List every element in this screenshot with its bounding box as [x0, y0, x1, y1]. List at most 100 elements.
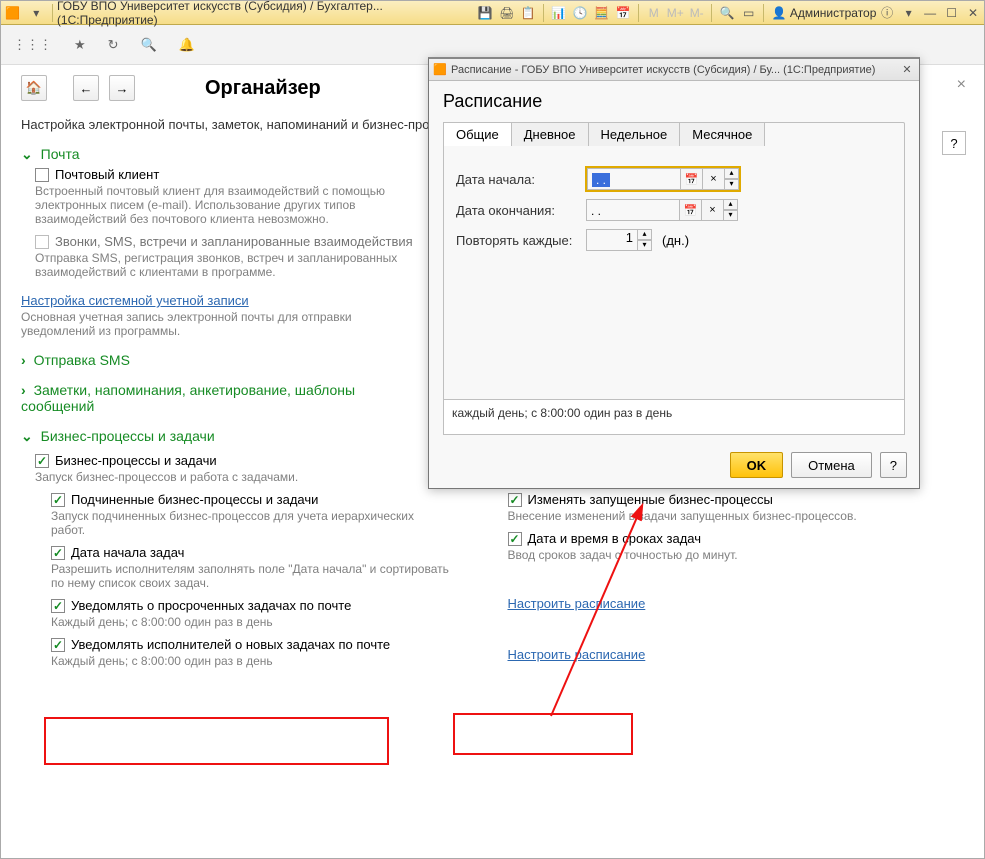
- user-icon[interactable]: 👤: [770, 4, 787, 22]
- dialog-help-button[interactable]: ?: [880, 452, 907, 478]
- dialog-titlebar: 🟧 Расписание - ГОБУ ВПО Университет иску…: [429, 59, 919, 81]
- repeat-input-wrap: 1 ▴▾: [586, 229, 652, 251]
- copy-icon[interactable]: 📋: [520, 4, 537, 22]
- page-icon[interactable]: ▭: [740, 4, 757, 22]
- label-start-date: Дата начала задач: [71, 545, 184, 560]
- repeat-input[interactable]: 1: [586, 229, 638, 251]
- desc-mail-client: Встроенный почтовый клиент для взаимодей…: [35, 184, 435, 226]
- calendar-picker-icon[interactable]: 📅: [681, 168, 703, 190]
- end-date-input-wrap: . . 📅 × ▴▾: [586, 199, 738, 221]
- checkbox-bp-enable[interactable]: [35, 454, 49, 468]
- dialog-close-icon[interactable]: ✕: [899, 62, 915, 78]
- link-configure-schedule-2[interactable]: Настроить расписание: [508, 647, 646, 662]
- history-icon[interactable]: ↻: [108, 37, 119, 53]
- dialog-title: Расписание: [443, 91, 905, 112]
- desc-datetime: Ввод сроков задач с точностью до минут.: [508, 548, 908, 562]
- calendar-picker-icon[interactable]: 📅: [680, 199, 702, 221]
- tab-common[interactable]: Общие: [443, 122, 512, 146]
- stats-icon[interactable]: 📊: [550, 4, 567, 22]
- titlebar: 🟧 ▾ ГОБУ ВПО Университет искусств (Субси…: [1, 1, 984, 25]
- ok-button[interactable]: OK: [730, 452, 784, 478]
- label-repeat: Повторять каждые:: [456, 233, 576, 248]
- close-icon[interactable]: ✕: [964, 4, 981, 22]
- home-button[interactable]: 🏠: [21, 75, 47, 101]
- label-mail-client: Почтовый клиент: [55, 167, 159, 182]
- info-icon[interactable]: ⓘ: [878, 4, 895, 22]
- clock-icon[interactable]: 🕓: [572, 4, 589, 22]
- clear-icon[interactable]: ×: [703, 168, 725, 190]
- label-bp-enable: Бизнес-процессы и задачи: [55, 453, 217, 468]
- schedule-summary: каждый день; с 8:00:00 один раз в день: [443, 399, 905, 435]
- desc-change-bp: Внесение изменений в задачи запущенных б…: [508, 509, 908, 523]
- label-notify-overdue: Уведомлять о просроченных задачах по поч…: [71, 598, 351, 613]
- save-disk-icon[interactable]: 💾: [477, 4, 494, 22]
- section-notes[interactable]: › Заметки, напоминания, анкетирование, ш…: [21, 382, 411, 414]
- spinner[interactable]: ▴▾: [724, 199, 738, 221]
- app-icon: 🟧: [4, 4, 21, 22]
- label-sub-bp: Подчиненные бизнес-процессы и задачи: [71, 492, 318, 507]
- schedule-dialog: 🟧 Расписание - ГОБУ ВПО Университет иску…: [428, 57, 920, 489]
- desc-system-account: Основная учетная запись электронной почт…: [21, 310, 421, 338]
- label-other-interact: Звонки, SMS, встречи и запланированные в…: [55, 234, 413, 249]
- checkbox-change-bp[interactable]: [508, 493, 522, 507]
- checkbox-datetime[interactable]: [508, 532, 522, 546]
- forward-button[interactable]: →: [109, 75, 135, 101]
- app-window: 🟧 ▾ ГОБУ ВПО Университет искусств (Субси…: [0, 0, 985, 859]
- label-datetime: Дата и время в сроках задач: [528, 531, 702, 546]
- window-title: ГОБУ ВПО Университет искусств (Субсидия)…: [57, 0, 475, 27]
- label-start-date: Дата начала:: [456, 172, 576, 187]
- checkbox-mail-client[interactable]: [35, 168, 49, 182]
- checkbox-sub-bp[interactable]: [51, 493, 65, 507]
- minimize-icon[interactable]: —: [921, 4, 938, 22]
- repeat-unit: (дн.): [662, 233, 689, 248]
- link-system-account[interactable]: Настройка системной учетной записи: [21, 293, 249, 308]
- sched-overdue: Каждый день; с 8:00:00 один раз в день: [51, 615, 478, 629]
- cancel-button[interactable]: Отмена: [791, 452, 872, 478]
- dropdown2-icon[interactable]: ▾: [900, 4, 917, 22]
- chevron-right-icon: ›: [21, 382, 26, 398]
- m-plus-icon: M+: [666, 4, 683, 22]
- bell-icon[interactable]: 🔔: [179, 37, 195, 53]
- back-button[interactable]: ←: [73, 75, 99, 101]
- checkbox-start-date[interactable]: [51, 546, 65, 560]
- help-button[interactable]: ?: [942, 131, 966, 155]
- spinner[interactable]: ▴▾: [725, 168, 739, 190]
- page-title: Органайзер: [205, 77, 321, 100]
- label-change-bp: Изменять запущенные бизнес-процессы: [528, 492, 773, 507]
- checkbox-notify-new[interactable]: [51, 638, 65, 652]
- spinner[interactable]: ▴▾: [638, 229, 652, 251]
- desc-start-date: Разрешить исполнителям заполнять поле "Д…: [51, 562, 451, 590]
- dropdown-icon[interactable]: ▾: [27, 4, 44, 22]
- tabset: Общие Дневное Недельное Месячное Дата на…: [443, 122, 905, 408]
- maximize-icon[interactable]: ☐: [943, 4, 960, 22]
- clear-icon[interactable]: ×: [702, 199, 724, 221]
- calendar-icon[interactable]: 📅: [615, 4, 632, 22]
- checkbox-notify-overdue[interactable]: [51, 599, 65, 613]
- label-end-date: Дата окончания:: [456, 203, 576, 218]
- start-date-input[interactable]: . .: [587, 168, 681, 190]
- m-minus-icon: M-: [688, 4, 705, 22]
- chevron-down-icon: ⌄: [21, 428, 33, 444]
- user-name[interactable]: Администратор: [790, 6, 877, 20]
- desc-sub-bp: Запуск подчиненных бизнес-процессов для …: [51, 509, 451, 537]
- link-configure-schedule-1[interactable]: Настроить расписание: [508, 596, 646, 611]
- panel-close-icon[interactable]: ×: [957, 76, 966, 94]
- search-icon[interactable]: 🔍: [141, 37, 157, 53]
- star-icon[interactable]: ★: [74, 37, 86, 53]
- m-icon: M: [645, 4, 662, 22]
- chevron-down-icon: ⌄: [21, 146, 33, 162]
- label-notify-new: Уведомлять исполнителей о новых задачах …: [71, 637, 390, 652]
- sched-new: Каждый день; с 8:00:00 один раз в день: [51, 654, 478, 668]
- tab-weekly[interactable]: Недельное: [588, 122, 681, 146]
- tab-monthly[interactable]: Месячное: [679, 122, 765, 146]
- end-date-input[interactable]: . .: [586, 199, 680, 221]
- desc-bp-enable: Запуск бизнес-процессов и работа с задач…: [35, 470, 435, 484]
- grid-icon[interactable]: ⋮⋮⋮: [13, 37, 52, 53]
- zoom-icon[interactable]: 🔍: [718, 4, 735, 22]
- calculator-icon[interactable]: 🧮: [593, 4, 610, 22]
- checkbox-other-interact: [35, 235, 49, 249]
- tab-daily[interactable]: Дневное: [511, 122, 589, 146]
- dialog-window-title: Расписание - ГОБУ ВПО Университет искусс…: [451, 64, 899, 76]
- print-icon[interactable]: 🖨: [498, 4, 515, 22]
- chevron-right-icon: ›: [21, 352, 26, 368]
